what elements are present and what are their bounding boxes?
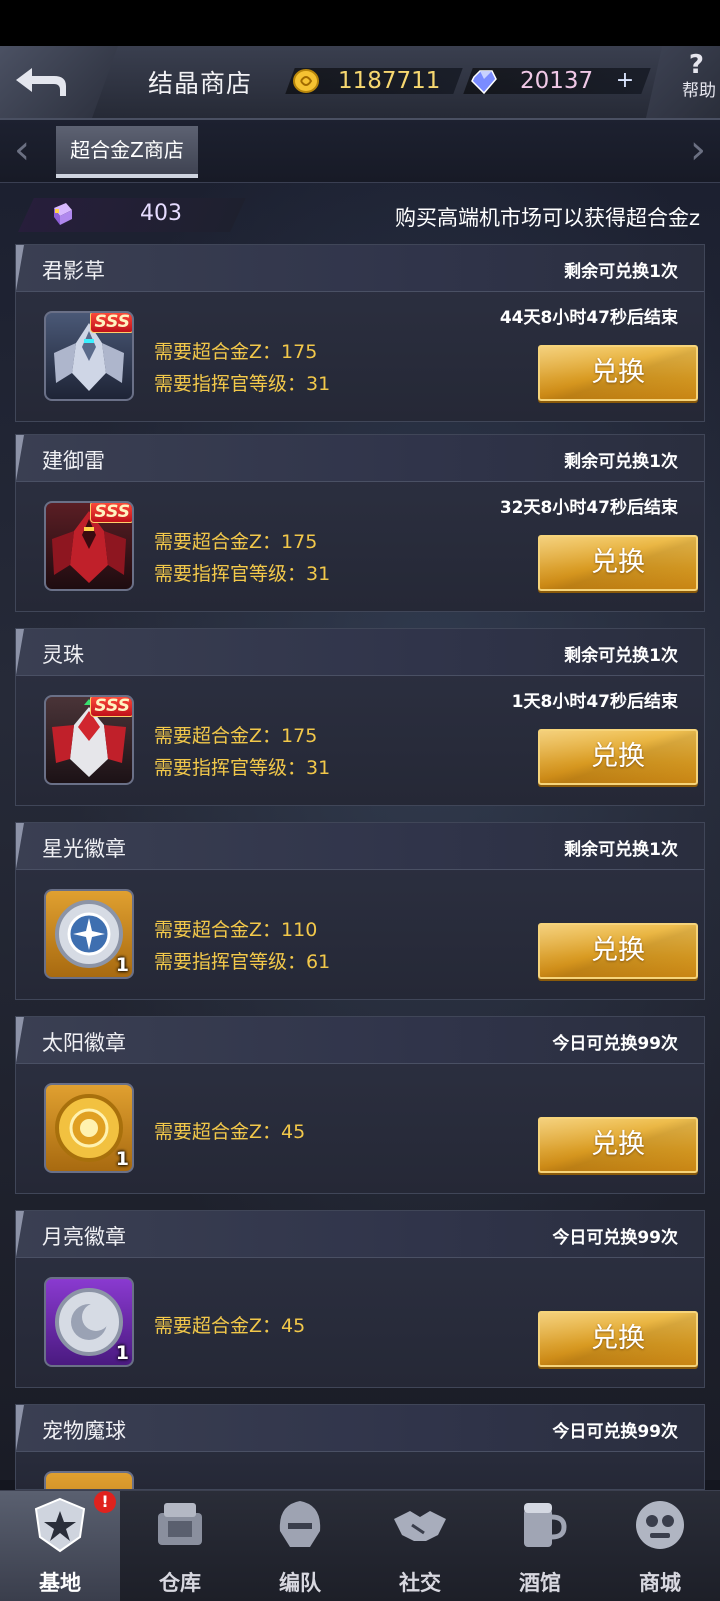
- warehouse-icon: [158, 1503, 202, 1545]
- nav-formation[interactable]: 编队: [240, 1491, 360, 1601]
- item-name: 星光徽章: [42, 837, 126, 861]
- level-requirement: 需要指挥官等级：31: [154, 373, 331, 395]
- formation-helmet-icon: [279, 1501, 321, 1547]
- alloy-requirement: 需要超合金Z：175: [154, 531, 318, 553]
- alloy-requirement: 需要超合金Z：175: [154, 341, 318, 363]
- exchange-button[interactable]: 兑换: [538, 535, 698, 591]
- shop-item-card: 星光徽章 剩余可兑换1次 1 需要超合金Z：110 需要指挥官等级：61 兑换: [15, 822, 705, 1000]
- exchange-button[interactable]: 兑换: [538, 345, 698, 401]
- tavern-icon: [524, 1503, 567, 1547]
- item-quantity: 1: [115, 954, 129, 976]
- rarity-badge: SSS: [90, 697, 132, 717]
- exchange-limit: 剩余可兑换1次: [564, 262, 678, 282]
- shop-item-card: 太阳徽章 今日可兑换99次 1 需要超合金Z：45 兑换: [15, 1016, 705, 1194]
- nav-social[interactable]: 社交: [360, 1491, 480, 1601]
- shop-item-card: 建御雷 剩余可兑换1次 32天8小时47秒后结束 SSS 需要超合金Z：175 …: [15, 434, 705, 612]
- countdown-timer: 32天8小时47秒后结束: [499, 498, 678, 518]
- red-mecha-icon[interactable]: SSS: [44, 501, 134, 591]
- nav-base[interactable]: ! 基地: [0, 1491, 120, 1601]
- countdown-timer: 44天8小时47秒后结束: [499, 308, 678, 328]
- white-mecha-icon[interactable]: SSS: [44, 311, 134, 401]
- exchange-limit: 剩余可兑换1次: [564, 646, 678, 666]
- alert-badge: !: [94, 1491, 116, 1513]
- nav-label: 仓库: [159, 1571, 201, 1595]
- moon-badge-icon[interactable]: 1: [44, 1277, 134, 1367]
- item-quantity: 1: [115, 1148, 129, 1170]
- exchange-limit: 剩余可兑换1次: [564, 452, 678, 472]
- pet-ball-icon[interactable]: [44, 1471, 134, 1489]
- nav-label: 基地: [39, 1571, 81, 1595]
- rarity-badge: SSS: [90, 313, 132, 333]
- item-name: 宠物魔球: [42, 1419, 126, 1443]
- exchange-limit: 今日可兑换99次: [552, 1422, 678, 1442]
- item-name: 灵珠: [42, 643, 84, 667]
- alloy-requirement: 需要超合金Z：110: [154, 919, 318, 941]
- nav-label: 商城: [639, 1571, 681, 1595]
- countdown-timer: 1天8小时47秒后结束: [511, 692, 678, 712]
- mall-robot-icon: [636, 1501, 684, 1549]
- shop-item-card: 灵珠 剩余可兑换1次 1天8小时47秒后结束 SSS 需要超合金Z：175 需要…: [15, 628, 705, 806]
- exchange-button[interactable]: 兑换: [538, 729, 698, 785]
- nav-label: 酒馆: [519, 1571, 561, 1595]
- bottom-nav: ! 基地 仓库 编队 社交 酒馆 商城: [0, 1490, 720, 1601]
- item-name: 月亮徽章: [42, 1225, 126, 1249]
- alloy-requirement: 需要超合金Z：45: [154, 1121, 306, 1143]
- handshake-icon: [394, 1511, 446, 1541]
- base-emblem-icon: [34, 1497, 86, 1553]
- exchange-button[interactable]: 兑换: [538, 1311, 698, 1367]
- exchange-limit: 今日可兑换99次: [552, 1034, 678, 1054]
- exchange-button[interactable]: 兑换: [538, 923, 698, 979]
- nav-label: 编队: [279, 1571, 321, 1595]
- exchange-limit: 今日可兑换99次: [552, 1228, 678, 1248]
- exchange-limit: 剩余可兑换1次: [564, 840, 678, 860]
- nav-warehouse[interactable]: 仓库: [120, 1491, 240, 1601]
- alloy-requirement: 需要超合金Z：45: [154, 1315, 306, 1337]
- level-requirement: 需要指挥官等级：31: [154, 757, 331, 779]
- item-quantity: 1: [115, 1342, 129, 1364]
- star-badge-icon[interactable]: 1: [44, 889, 134, 979]
- item-list: 君影草 剩余可兑换1次 44天8小时47秒后结束 SSS 需要超合金Z：175 …: [0, 0, 720, 1490]
- shop-item-card: 君影草 剩余可兑换1次 44天8小时47秒后结束 SSS 需要超合金Z：175 …: [15, 244, 705, 422]
- shop-item-card: 宠物魔球 今日可兑换99次: [15, 1404, 705, 1490]
- sun-badge-icon[interactable]: 1: [44, 1083, 134, 1173]
- alloy-requirement: 需要超合金Z：175: [154, 725, 318, 747]
- rarity-badge: SSS: [90, 503, 132, 523]
- nav-label: 社交: [399, 1571, 441, 1595]
- level-requirement: 需要指挥官等级：61: [154, 951, 331, 973]
- item-name: 建御雷: [42, 449, 105, 473]
- item-name: 君影草: [42, 259, 105, 283]
- shop-item-card: 月亮徽章 今日可兑换99次 1 需要超合金Z：45 兑换: [15, 1210, 705, 1388]
- nav-mall[interactable]: 商城: [600, 1491, 720, 1601]
- red-white-mecha-icon[interactable]: SSS: [44, 695, 134, 785]
- item-name: 太阳徽章: [42, 1031, 126, 1055]
- exchange-button[interactable]: 兑换: [538, 1117, 698, 1173]
- nav-tavern[interactable]: 酒馆: [480, 1491, 600, 1601]
- level-requirement: 需要指挥官等级：31: [154, 563, 331, 585]
